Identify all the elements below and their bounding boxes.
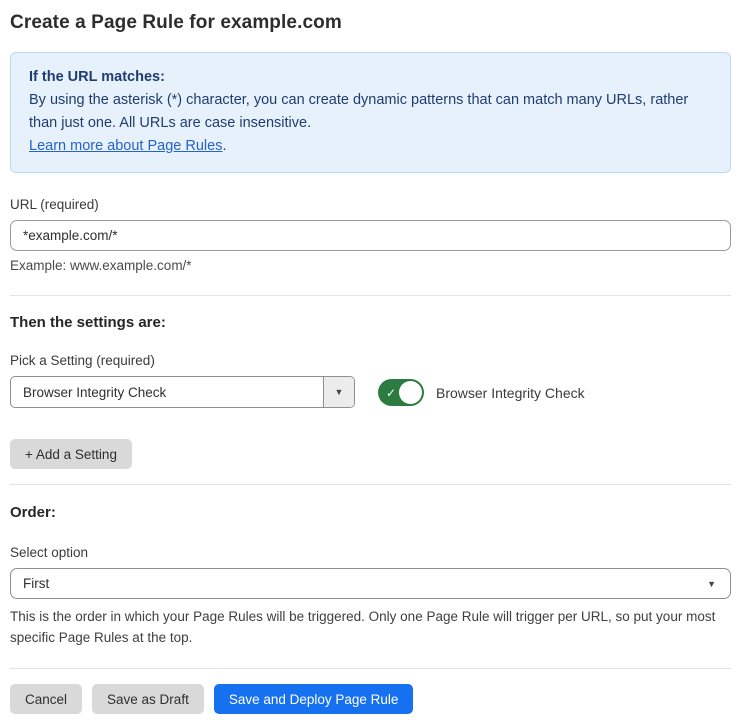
setting-select[interactable]: Browser Integrity Check ▼ [10,376,355,408]
url-example-text: Example: www.example.com/* [10,258,731,273]
setting-select-value: Browser Integrity Check [11,377,323,407]
settings-section-heading: Then the settings are: [10,314,731,331]
url-matches-info-box: If the URL matches: By using the asteris… [10,52,731,173]
info-box-body: By using the asterisk (*) character, you… [29,89,712,135]
order-select-label: Select option [10,545,731,560]
toggle-wrap: ✓ Browser Integrity Check [378,379,585,406]
check-icon: ✓ [386,386,396,400]
learn-more-link[interactable]: Learn more about Page Rules [29,138,222,154]
order-section-heading: Order: [10,504,731,521]
divider-footer [10,668,731,669]
toggle-knob [399,381,422,404]
setting-select-arrow-button[interactable]: ▼ [323,377,354,407]
setting-row: Browser Integrity Check ▼ ✓ Browser Inte… [10,376,731,408]
order-select-value: First [23,576,49,591]
toggle-label: Browser Integrity Check [436,385,585,401]
info-box-link-line: Learn more about Page Rules. [29,135,712,158]
save-deploy-button[interactable]: Save and Deploy Page Rule [214,684,414,714]
page-title: Create a Page Rule for example.com [10,12,731,34]
url-field-label: URL (required) [10,197,731,212]
chevron-down-icon: ▼ [335,387,344,397]
info-box-heading: If the URL matches: [29,66,712,89]
link-suffix: . [222,138,226,154]
order-help-text: This is the order in which your Page Rul… [10,606,731,648]
cancel-button[interactable]: Cancel [10,684,82,714]
create-page-rule-form: Create a Page Rule for example.com If th… [0,0,750,714]
divider-order [10,484,731,485]
url-input[interactable] [10,220,731,251]
pick-setting-label: Pick a Setting (required) [10,353,731,368]
browser-integrity-toggle[interactable]: ✓ [378,379,424,406]
chevron-down-icon: ▼ [707,579,716,589]
divider-settings [10,295,731,296]
footer-buttons: Cancel Save as Draft Save and Deploy Pag… [10,684,731,714]
add-setting-button[interactable]: + Add a Setting [10,439,132,469]
order-select[interactable]: First ▼ [10,568,731,599]
save-draft-button[interactable]: Save as Draft [92,684,204,714]
